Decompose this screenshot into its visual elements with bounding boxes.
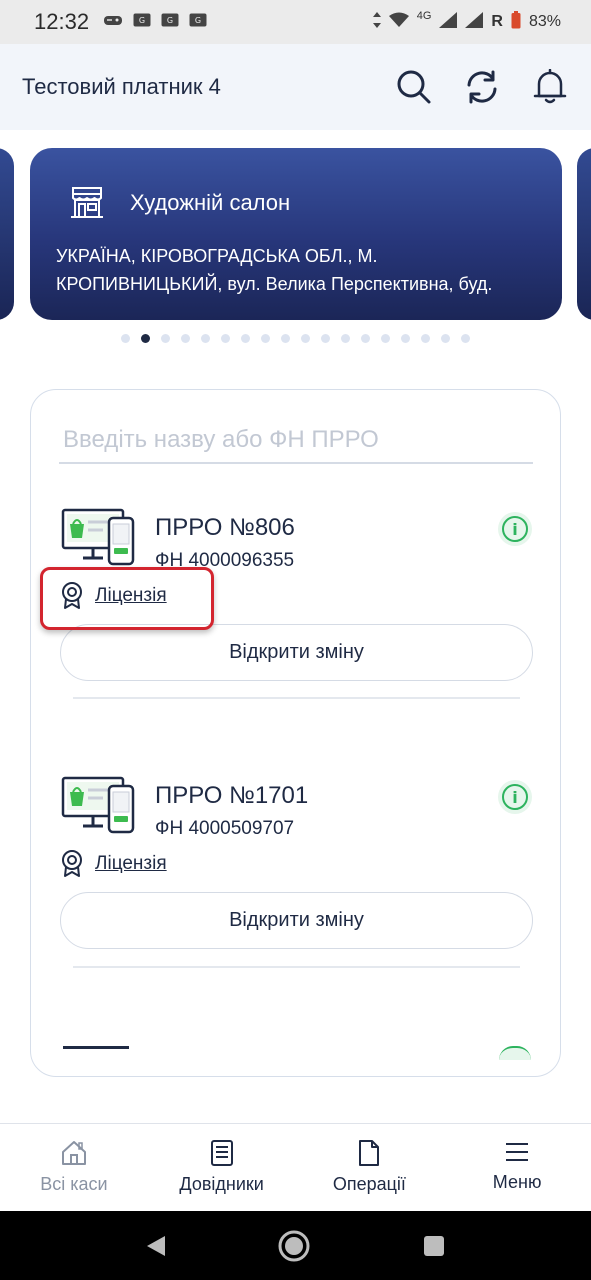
nav-directories[interactable]: Довідники — [148, 1124, 296, 1211]
nav-label: Операції — [332, 1174, 406, 1194]
wifi-icon — [388, 12, 409, 33]
license-link[interactable]: Ліцензія — [61, 582, 167, 610]
kassa-list-panel: ПРРО №806 ФН 4000096355 i Ліцензія Відкр… — [30, 389, 561, 1077]
pagination-dot[interactable] — [281, 334, 290, 343]
search-field[interactable] — [59, 420, 533, 464]
page-title: Тестовий платник 4 — [22, 74, 221, 99]
pagination-dot[interactable] — [361, 334, 370, 343]
recents-icon — [423, 1235, 444, 1256]
nav-operations[interactable]: Операції — [296, 1124, 444, 1211]
store-card[interactable]: Художній салон УКРАЇНА, КІРОВОГРАДСЬКА О… — [30, 148, 562, 320]
status-bar: 12:32 G G G 4G R 83% — [0, 0, 591, 44]
license-link[interactable]: Ліцензія — [61, 850, 167, 878]
nav-label: Всі каси — [40, 1174, 108, 1194]
recents-button[interactable] — [422, 1234, 446, 1258]
refresh-button[interactable] — [463, 68, 501, 106]
file-icon — [359, 1140, 380, 1166]
kassa-title: ПРРО №1701 — [155, 782, 309, 809]
pagination-dot-active[interactable] — [141, 334, 150, 343]
kassa-fn: ФН 4000509707 — [155, 818, 295, 839]
pagination-dot[interactable] — [421, 334, 430, 343]
nav-menu[interactable]: Меню — [443, 1124, 591, 1211]
search-input[interactable] — [59, 420, 533, 460]
search-button[interactable] — [395, 68, 433, 106]
bottom-navigation: Всі каси Довідники Операції Меню — [0, 1123, 591, 1211]
app-header: Тестовий платник 4 — [0, 44, 591, 130]
pagination-dot[interactable] — [301, 334, 310, 343]
pagination-dot[interactable] — [321, 334, 330, 343]
store-icon — [71, 187, 103, 218]
home-button[interactable] — [277, 1229, 311, 1263]
back-button[interactable] — [145, 1234, 167, 1258]
battery-level: 83% — [528, 13, 561, 30]
license-label: Ліцензія — [95, 853, 167, 874]
notification-icon: G — [161, 13, 179, 32]
open-shift-button[interactable]: Відкрити зміну — [60, 624, 533, 681]
pagination-dot[interactable] — [181, 334, 190, 343]
notification-icon: G — [133, 13, 151, 32]
divider — [73, 697, 520, 699]
svg-text:G: G — [139, 16, 145, 25]
store-address-line: КРОПИВНИЦЬКИЙ, вул. Велика Перспективна,… — [56, 274, 493, 294]
info-icon: i — [502, 784, 528, 810]
pagination-dot[interactable] — [261, 334, 270, 343]
refresh-icon — [467, 70, 497, 104]
signal-icon — [465, 11, 484, 33]
info-button-partial — [499, 1046, 531, 1060]
next-store-card[interactable] — [577, 148, 591, 320]
license-label: Ліцензія — [95, 585, 167, 606]
bell-icon — [533, 69, 567, 104]
data-arrows-icon — [372, 11, 381, 33]
gamepad-icon — [103, 13, 123, 32]
pagination-dot[interactable] — [461, 334, 470, 343]
pos-terminal-icon — [61, 508, 135, 566]
svg-text:G: G — [195, 16, 201, 25]
status-time: 12:32 — [34, 9, 90, 34]
kassa-item-partial — [63, 1046, 129, 1049]
nav-all-kassas[interactable]: Всі каси — [0, 1124, 148, 1211]
nav-label: Меню — [492, 1172, 542, 1192]
divider — [73, 966, 520, 968]
pagination-dot[interactable] — [241, 334, 250, 343]
pagination-dot[interactable] — [401, 334, 410, 343]
home-circle-icon — [278, 1230, 310, 1261]
store-name: Художній салон — [130, 190, 291, 215]
pos-terminal-icon — [61, 776, 135, 834]
store-address: УКРАЇНА, КІРОВОГРАДСЬКА ОБЛ., М. КРОПИВН… — [56, 242, 536, 298]
pagination-dot[interactable] — [381, 334, 390, 343]
pagination-dot[interactable] — [161, 334, 170, 343]
pagination-dot[interactable] — [341, 334, 350, 343]
document-list-icon — [210, 1140, 233, 1166]
kassa-title: ПРРО №806 — [155, 514, 295, 541]
battery-icon — [511, 10, 521, 34]
notification-icon: G — [189, 13, 207, 32]
roaming-indicator: R — [491, 13, 503, 30]
store-carousel[interactable]: Художній салон УКРАЇНА, КІРОВОГРАДСЬКА О… — [0, 148, 591, 320]
info-button[interactable]: i — [498, 512, 532, 546]
info-icon: i — [502, 516, 528, 542]
open-shift-button[interactable]: Відкрити зміну — [60, 892, 533, 949]
search-icon — [397, 70, 431, 104]
license-badge-icon — [62, 850, 82, 877]
menu-icon — [506, 1143, 529, 1161]
home-icon — [61, 1141, 86, 1165]
pagination-dot[interactable] — [201, 334, 210, 343]
store-address-line: УКРАЇНА, КІРОВОГРАДСЬКА ОБЛ., М. — [56, 246, 378, 266]
back-icon — [147, 1235, 166, 1256]
notifications-button[interactable] — [531, 68, 569, 106]
pagination-dot[interactable] — [441, 334, 450, 343]
nav-label: Довідники — [179, 1174, 264, 1194]
carousel-pagination — [0, 334, 591, 343]
network-type: 4G — [416, 10, 432, 22]
previous-store-card[interactable] — [0, 148, 14, 320]
pagination-dot[interactable] — [121, 334, 130, 343]
license-badge-icon — [62, 582, 82, 609]
svg-text:G: G — [167, 16, 173, 25]
pagination-dot[interactable] — [221, 334, 230, 343]
kassa-fn: ФН 4000096355 — [155, 550, 295, 571]
info-button[interactable]: i — [498, 780, 532, 814]
signal-icon — [439, 11, 458, 33]
system-navigation-bar — [0, 1211, 591, 1280]
